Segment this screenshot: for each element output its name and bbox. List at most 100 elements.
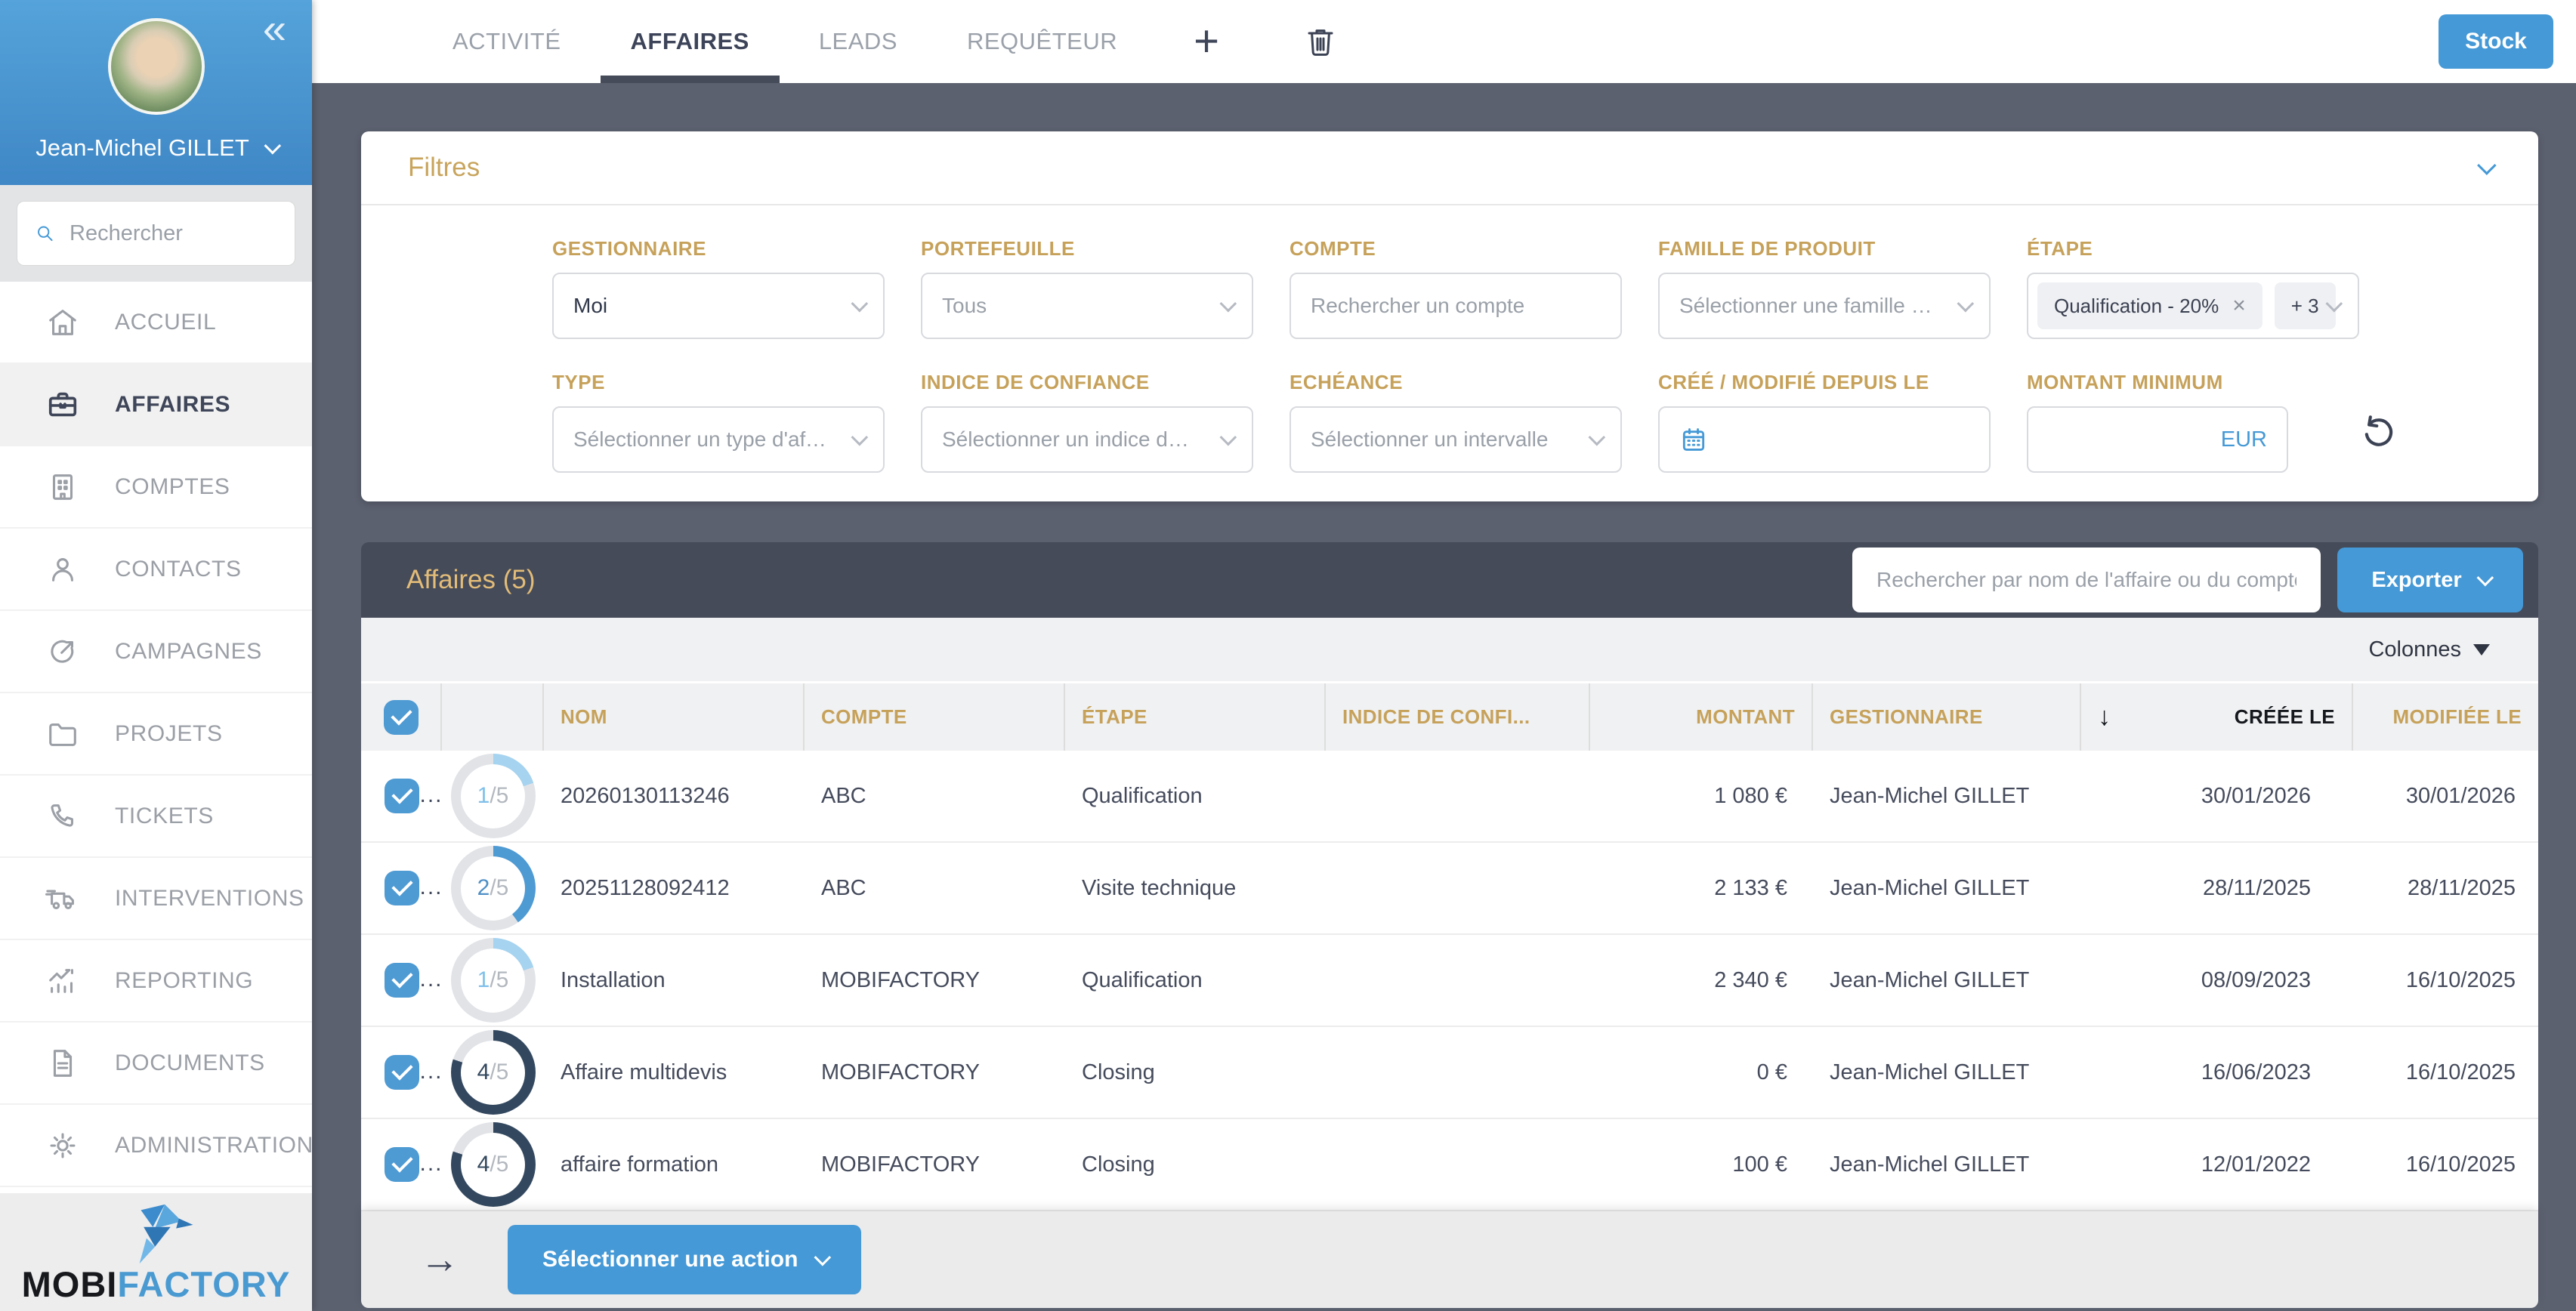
filter-label: MONTANT MINIMUM [2027, 371, 2359, 394]
tab-leads[interactable]: LEADS [784, 0, 932, 83]
cell-etape: Closing [1065, 1060, 1326, 1085]
sidebar-item-projets[interactable]: PROJETS [0, 693, 312, 776]
row-checkbox[interactable] [385, 779, 419, 813]
cell-creee: 12/01/2022 [2081, 1152, 2353, 1177]
col-montant[interactable]: MONTANT [1590, 683, 1813, 751]
reset-filters-icon[interactable] [2358, 412, 2398, 455]
calendar-icon [1679, 425, 1708, 454]
sidebar-item-tickets[interactable]: TICKETS [0, 776, 312, 858]
sidebar-item-label: INTERVENTIONS [115, 886, 304, 912]
phone-icon [45, 799, 80, 834]
indice-confiance-select[interactable]: Sélectionner un indice de ... [921, 406, 1253, 473]
tab-activite[interactable]: ACTIVITÉ [418, 0, 596, 83]
sidebar-item-contacts[interactable]: CONTACTS [0, 529, 312, 611]
filter-label: GESTIONNAIRE [552, 237, 885, 261]
sidebar-item-label: PROJETS [115, 721, 223, 747]
export-button[interactable]: Exporter [2337, 548, 2523, 612]
avatar[interactable] [108, 18, 205, 115]
user-menu[interactable]: Jean-Michel GILLET [0, 134, 312, 162]
chevron-down-icon [1589, 429, 1606, 446]
row-select-cell: ... [361, 779, 442, 813]
sidebar-collapse-icon[interactable]: « [263, 8, 286, 50]
sidebar-item-documents[interactable]: DOCUMENTS [0, 1023, 312, 1105]
row-checkbox[interactable] [385, 1147, 419, 1182]
echeance-select[interactable]: Sélectionner un intervalle [1290, 406, 1622, 473]
portefeuille-select[interactable]: Tous [921, 273, 1253, 339]
cell-creee: 30/01/2026 [2081, 784, 2353, 809]
sidebar-item-accueil[interactable]: ACCUEIL [0, 282, 312, 364]
cell-etape: Closing [1065, 1152, 1326, 1177]
table-header: NOM COMPTE ÉTAPE INDICE DE CONFI... MONT… [361, 681, 2538, 751]
row-select-cell: ... [361, 871, 442, 905]
sidebar-item-administration[interactable]: ADMINISTRATION [0, 1105, 312, 1187]
compte-search-box [1290, 273, 1622, 339]
trash-icon[interactable] [1302, 23, 1339, 60]
sidebar-search-strip [0, 185, 312, 282]
col-gestionnaire[interactable]: GESTIONNAIRE [1813, 683, 2081, 751]
chevron-down-icon [264, 137, 281, 155]
cell-montant: 2 133 € [1590, 876, 1813, 901]
filter-etape: ÉTAPE Qualification - 20% × + 3 [2027, 237, 2359, 339]
col-creee-le[interactable]: ↓ CRÉÉE LE [2081, 683, 2353, 751]
table-row[interactable]: ... 4/5 affaire formation MOBIFACTORY Cl… [361, 1119, 2538, 1211]
date-picker-field[interactable] [1658, 406, 1991, 473]
cell-compte: ABC [805, 784, 1065, 809]
columns-bar: Colonnes [361, 618, 2538, 681]
affaires-search-input[interactable] [1852, 548, 2321, 612]
col-nom[interactable]: NOM [544, 683, 805, 751]
cell-compte: MOBIFACTORY [805, 968, 1065, 993]
chevron-down-icon [1220, 295, 1237, 313]
filter-gestionnaire: GESTIONNAIRE Moi [552, 237, 885, 339]
row-checkbox[interactable] [385, 963, 419, 998]
currency-suffix: EUR [2221, 427, 2267, 452]
chip-close-icon[interactable]: × [2232, 295, 2246, 317]
add-tab-icon[interactable]: + [1194, 20, 1219, 63]
cell-compte: ABC [805, 876, 1065, 901]
building-icon [45, 470, 80, 504]
cell-gestionnaire: Jean-Michel GILLET [1813, 968, 2081, 993]
filter-famille-produit: FAMILLE DE PRODUIT Sélectionner une fami… [1658, 237, 1991, 339]
sidebar-search-input[interactable] [69, 221, 278, 246]
col-compte[interactable]: COMPTE [805, 683, 1065, 751]
bird-logo-icon [111, 1203, 202, 1266]
progress-ring: 1/5 [451, 754, 536, 838]
sidebar-item-comptes[interactable]: COMPTES [0, 446, 312, 529]
tab-affaires[interactable]: AFFAIRES [596, 0, 784, 83]
filters-collapse-icon[interactable] [2477, 156, 2496, 174]
cell-creee: 28/11/2025 [2081, 876, 2353, 901]
table-row[interactable]: ... 1/5 20260130113246 ABC Qualification… [361, 751, 2538, 843]
filter-cree-modifie: CRÉÉ / MODIFIÉ DEPUIS LE [1658, 371, 1991, 473]
sidebar-item-affaires[interactable]: AFFAIRES [0, 364, 312, 446]
row-checkbox[interactable] [385, 1055, 419, 1090]
select-action-button[interactable]: Sélectionner une action [508, 1225, 861, 1294]
progress-ring: 4/5 [451, 1122, 536, 1207]
col-modifiee-le[interactable]: MODIFIÉE LE [2353, 683, 2538, 751]
cell-etape: Qualification [1065, 968, 1326, 993]
sidebar-item-campagnes[interactable]: CAMPAGNES [0, 611, 312, 693]
table-row[interactable]: ... 2/5 20251128092412 ABC Visite techni… [361, 843, 2538, 935]
col-etape[interactable]: ÉTAPE [1065, 683, 1326, 751]
famille-produit-select[interactable]: Sélectionner une famille pr... [1658, 273, 1991, 339]
sidebar-item-reporting[interactable]: REPORTING [0, 940, 312, 1023]
table-row[interactable]: ... 4/5 Affaire multidevis MOBIFACTORY C… [361, 1027, 2538, 1119]
truck-icon [45, 881, 80, 916]
etape-more-chip[interactable]: + 3 [2275, 282, 2336, 329]
cell-gestionnaire: Jean-Michel GILLET [1813, 1152, 2081, 1177]
filter-label: FAMILLE DE PRODUIT [1658, 237, 1991, 261]
stock-button[interactable]: Stock [2439, 14, 2553, 69]
columns-button[interactable]: Colonnes [2368, 637, 2461, 662]
col-indice[interactable]: INDICE DE CONFI... [1326, 683, 1590, 751]
chevron-down-icon [851, 295, 869, 313]
filters-title: Filtres [408, 153, 480, 183]
type-select[interactable]: Sélectionner un type d'affa... [552, 406, 885, 473]
gestionnaire-select[interactable]: Moi [552, 273, 885, 339]
tab-requeteur[interactable]: REQUÊTEUR [932, 0, 1152, 83]
compte-search-input[interactable] [1311, 294, 1601, 318]
etape-multiselect[interactable]: Qualification - 20% × + 3 [2027, 273, 2359, 339]
row-checkbox[interactable] [385, 871, 419, 905]
arrow-right-icon[interactable]: → [420, 1240, 459, 1279]
sidebar-item-interventions[interactable]: INTERVENTIONS [0, 858, 312, 940]
select-all-checkbox[interactable] [384, 700, 419, 735]
table-row[interactable]: ... 1/5 Installation MOBIFACTORY Qualifi… [361, 935, 2538, 1027]
filter-label: PORTEFEUILLE [921, 237, 1253, 261]
